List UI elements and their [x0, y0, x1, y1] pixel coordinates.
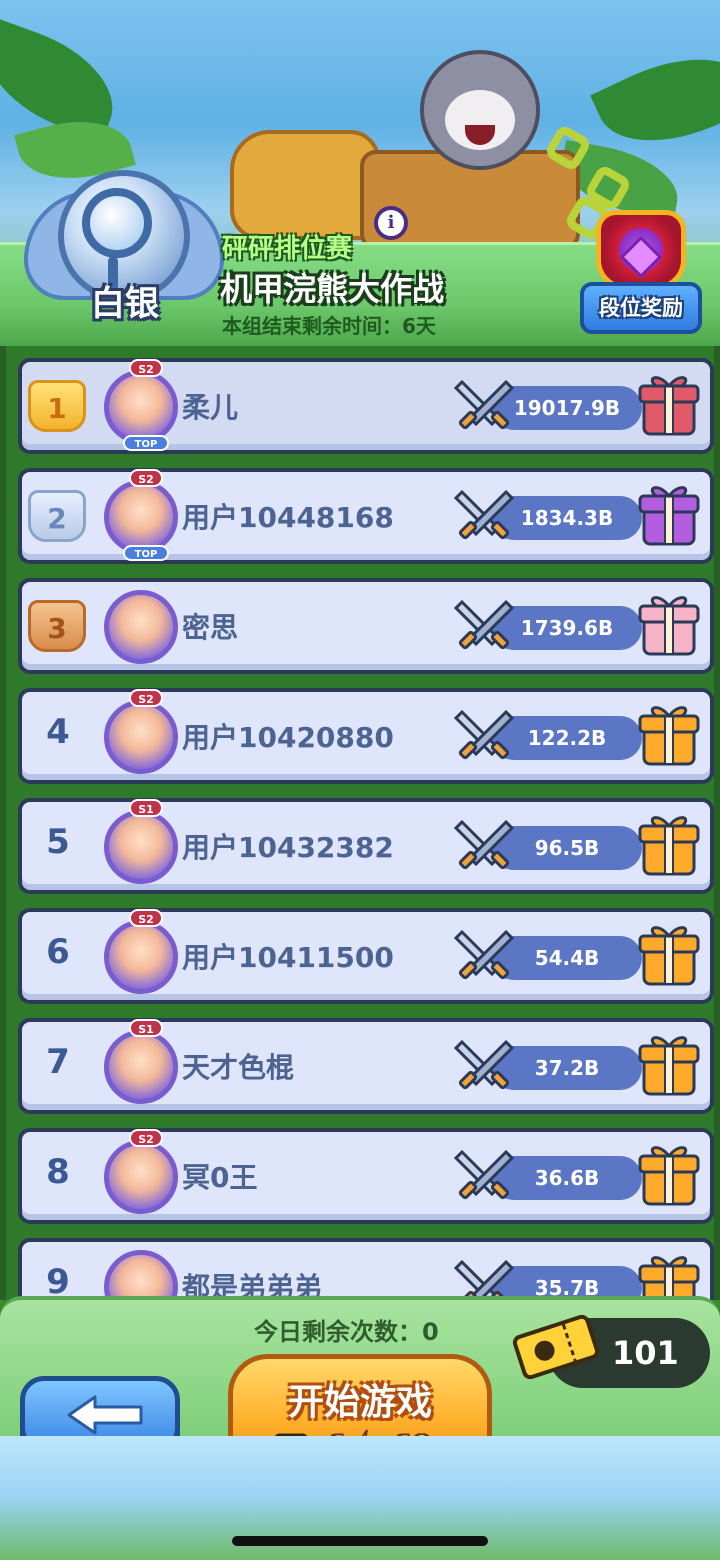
leaderboard-row[interactable]: 6 S2 用户10411500 54.4B	[18, 908, 714, 1004]
season-badge: S1	[129, 1019, 163, 1037]
power-score: 122.2B	[492, 716, 642, 760]
crossed-swords-icon	[453, 816, 515, 876]
gift-box-icon[interactable]	[638, 1032, 700, 1098]
rank-number: 5	[46, 822, 70, 862]
player-avatar[interactable]: S2	[104, 909, 178, 994]
top-badge: TOP	[123, 545, 169, 561]
time-left-text: 本组结束剩余时间：6天	[222, 314, 436, 338]
player-name: 用户10411500	[182, 941, 394, 974]
crossed-swords-icon	[453, 596, 515, 656]
leaderboard-row[interactable]: 2 S2 TOP 用户10448168 1834.3B	[18, 468, 714, 564]
player-avatar[interactable]: S1	[104, 799, 178, 884]
season-badge: S2	[129, 469, 163, 487]
home-indicator[interactable]	[232, 1536, 488, 1546]
player-avatar[interactable]: S2 TOP	[104, 359, 178, 451]
power-score: 35.7B	[492, 1266, 642, 1300]
leaderboard-list[interactable]: 1 S2 TOP 柔儿 19017.9B 2 S2 TOP 用户10448168…	[0, 346, 720, 1300]
mecha-raccoon-illustration	[210, 30, 633, 250]
leaderboard-row[interactable]: 1 S2 TOP 柔儿 19017.9B	[18, 358, 714, 454]
rank-reward-label: 段位奖励	[580, 282, 702, 334]
crossed-swords-icon	[453, 1036, 515, 1096]
crossed-swords-icon	[453, 376, 515, 436]
rank-number: 7	[46, 1042, 70, 1082]
rank-medal-icon: 3	[28, 600, 86, 652]
rank-number: 8	[46, 1152, 70, 1192]
leaderboard-row[interactable]: 4 S2 用户10420880 122.2B	[18, 688, 714, 784]
season-badge: S2	[129, 909, 163, 927]
crossed-swords-icon	[453, 1256, 515, 1300]
arrow-left-icon	[67, 1395, 143, 1435]
gift-box-icon[interactable]	[638, 1252, 700, 1300]
event-title: 机甲浣熊大作战	[220, 270, 445, 308]
season-badge: S2	[129, 359, 163, 377]
ticket-icon	[510, 1312, 602, 1382]
gift-box-icon[interactable]	[638, 812, 700, 878]
season-badge: S1	[129, 799, 163, 817]
rank-number: 6	[46, 932, 70, 972]
leaderboard-row[interactable]: 7 S1 天才色棍 37.2B	[18, 1018, 714, 1114]
power-score: 54.4B	[492, 936, 642, 980]
start-game-label: 开始游戏	[287, 1382, 432, 1423]
player-avatar[interactable]: S2 TOP	[104, 469, 178, 561]
player-name: 用户10420880	[182, 721, 394, 754]
player-name: 用户10432382	[182, 831, 394, 864]
gift-box-icon[interactable]	[638, 592, 700, 658]
season-badge: S2	[129, 1129, 163, 1147]
leaderboard-row[interactable]: 5 S1 用户10432382 96.5B	[18, 798, 714, 894]
gift-box-icon[interactable]	[638, 482, 700, 548]
leaderboard-row[interactable]: 8 S2 冥0王 36.6B	[18, 1128, 714, 1224]
info-icon[interactable]: i	[374, 206, 408, 240]
player-avatar[interactable]	[104, 590, 178, 664]
player-name: 冥0王	[182, 1161, 258, 1194]
event-tag: 砰砰排位赛	[222, 234, 353, 264]
top-badge: TOP	[123, 435, 169, 451]
player-name: 用户10448168	[182, 501, 394, 534]
power-score: 1834.3B	[492, 496, 642, 540]
crossed-swords-icon	[453, 706, 515, 766]
player-avatar[interactable]: S2	[104, 1129, 178, 1214]
player-avatar[interactable]: S1	[104, 1019, 178, 1104]
rank-reward-button[interactable]: 段位奖励	[580, 210, 702, 334]
player-name: 柔儿	[182, 391, 239, 424]
rank-number: 4	[46, 712, 70, 752]
rank-tier-label: 白银	[91, 284, 159, 324]
power-score: 37.2B	[492, 1046, 642, 1090]
power-score: 1739.6B	[492, 606, 642, 650]
crossed-swords-icon	[453, 1146, 515, 1206]
player-name: 天才色棍	[182, 1051, 295, 1084]
rank-number: 9	[46, 1262, 70, 1300]
power-score: 36.6B	[492, 1156, 642, 1200]
player-name: 密思	[182, 611, 239, 644]
gift-box-icon[interactable]	[638, 372, 700, 438]
crossed-swords-icon	[453, 486, 515, 546]
player-name: 都是弟弟弟	[182, 1271, 323, 1300]
gift-box-icon[interactable]	[638, 922, 700, 988]
ticket-count: 101	[612, 1334, 679, 1372]
rank-medal-icon: 2	[28, 490, 86, 542]
player-avatar[interactable]: S2	[104, 689, 178, 774]
rank-medal-icon: 1	[28, 380, 86, 432]
power-score: 19017.9B	[492, 386, 642, 430]
power-score: 96.5B	[492, 826, 642, 870]
leaderboard-row[interactable]: 3 密思 1739.6B	[18, 578, 714, 674]
leaderboard-row[interactable]: 9 都是弟弟弟 35.7B	[18, 1238, 714, 1300]
gift-box-icon[interactable]	[638, 1142, 700, 1208]
player-avatar[interactable]	[104, 1250, 178, 1300]
season-badge: S2	[129, 689, 163, 707]
remaining-plays-text: 今日剩余次数：0	[254, 1318, 439, 1346]
crossed-swords-icon	[453, 926, 515, 986]
gift-box-icon[interactable]	[638, 702, 700, 768]
